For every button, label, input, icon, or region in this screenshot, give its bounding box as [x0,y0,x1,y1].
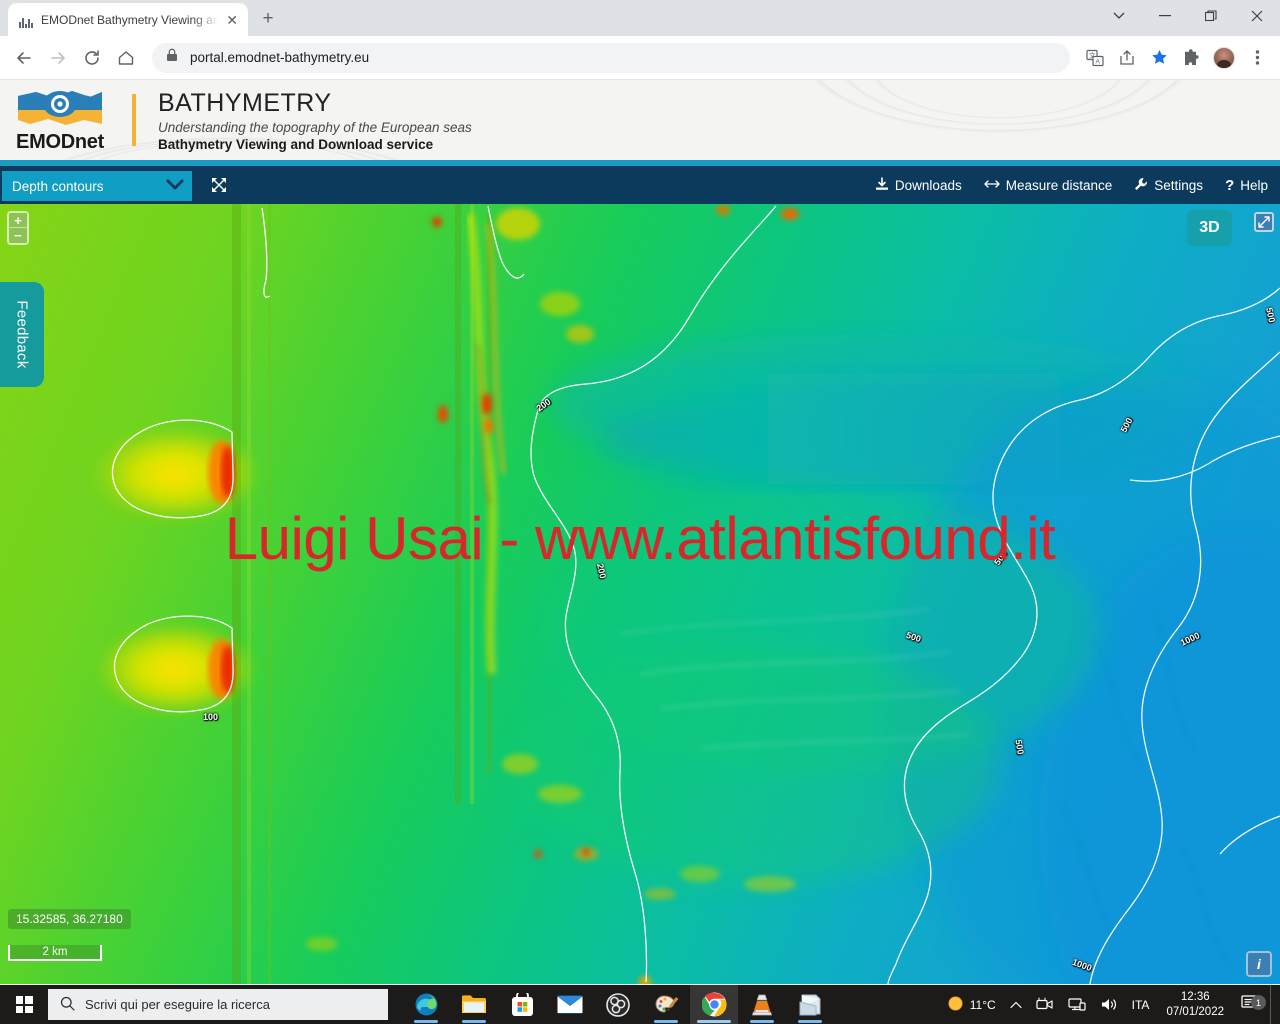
taskbar-search-input[interactable]: Scrivi qui per eseguire la ricerca [48,989,388,1020]
browser-tab[interactable]: EMODnet Bathymetry Viewing an ✕ [8,3,248,36]
translate-icon[interactable]: 文A [1080,43,1110,73]
windows-taskbar: Scrivi qui per eseguire la ricerca 11°C … [0,985,1280,1024]
sticky-notes-icon[interactable] [786,985,834,1024]
measure-distance-button[interactable]: Measure distance [984,177,1113,193]
system-tray: 11°C ITA 12:36 07/01/2022 1 [940,985,1280,1024]
vlc-icon[interactable] [738,985,786,1024]
maximize-icon[interactable] [1188,0,1234,32]
chevron-down-icon [166,179,184,194]
emodnet-logo-text: EMODnet [16,131,104,153]
tab-strip: EMODnet Bathymetry Viewing an ✕ + [0,0,1280,36]
map-canvas[interactable] [0,204,1280,984]
settings-button[interactable]: Settings [1134,177,1203,194]
minimize-icon[interactable] [1142,0,1188,32]
address-bar[interactable]: portal.emodnet-bathymetry.eu [152,42,1070,73]
help-button[interactable]: ? Help [1225,177,1268,194]
clock[interactable]: 12:36 07/01/2022 [1156,985,1234,1024]
lock-icon [166,48,178,67]
coordinate-readout: 15.32585, 36.27180 [8,909,131,929]
feedback-label: Feedback [13,300,31,369]
measure-distance-icon [984,178,1000,193]
show-desktop-button[interactable] [1270,985,1276,1024]
download-icon [875,176,889,194]
help-label: Help [1240,177,1268,193]
question-mark-icon: ? [1225,176,1235,194]
obs-studio-icon[interactable] [594,985,642,1024]
microsoft-store-icon[interactable] [498,985,546,1024]
layer-select[interactable]: Depth contours [2,171,192,201]
header-divider [132,94,136,146]
taskbar-apps [402,985,834,1024]
reload-icon[interactable] [76,42,108,74]
toolbar-actions: 文A [1080,43,1272,73]
bathymetry-chart-icon [18,12,34,28]
clock-time: 12:36 [1180,990,1210,1003]
taskbar-search-placeholder: Scrivi qui per eseguire la ricerca [85,997,270,1012]
mail-icon[interactable] [546,985,594,1024]
edge-icon[interactable] [402,985,450,1024]
site-header: EMODnet BATHYMETRY Understanding the top… [0,80,1280,160]
address-bar-url: portal.emodnet-bathymetry.eu [190,50,370,65]
map-app-bar: Depth contours Downloads Measure distanc… [0,166,1280,204]
new-tab-button[interactable]: + [254,5,282,33]
app-bar-menu: Downloads Measure distance Settings ? He… [875,177,1268,194]
search-icon [60,996,75,1014]
paint-icon[interactable] [642,985,690,1024]
share-icon[interactable] [1112,43,1142,73]
downloads-label: Downloads [894,177,962,193]
page-title: BATHYMETRY [158,88,332,117]
three-dot-menu-icon[interactable] [1242,43,1272,73]
layer-select-value: Depth contours [12,178,104,194]
chrome-icon[interactable] [690,985,738,1024]
network-icon[interactable] [1061,985,1093,1024]
site-service-name: Bathymetry Viewing and Download service [158,136,434,152]
language-indicator[interactable]: ITA [1125,985,1157,1024]
settings-label: Settings [1154,177,1204,193]
sun-icon [947,995,964,1015]
browser-toolbar: portal.emodnet-bathymetry.eu 文A [0,36,1280,80]
clock-date: 07/01/2022 [1166,1005,1224,1018]
puzzle-piece-icon[interactable] [1176,43,1206,73]
emodnet-logo[interactable]: EMODnet [14,86,106,154]
back-arrow-icon[interactable] [8,42,40,74]
avatar[interactable] [1213,46,1235,69]
chevron-up-icon[interactable] [1003,985,1029,1024]
volume-icon[interactable] [1093,985,1125,1024]
info-button[interactable]: i [1246,951,1272,977]
weather-temperature: 11°C [969,997,996,1012]
weather-widget[interactable]: 11°C [940,985,1003,1024]
zoom-out-button[interactable]: − [9,228,27,243]
notification-count: 1 [1251,995,1266,1010]
measure-distance-label: Measure distance [1005,177,1113,193]
tab-search-icon[interactable] [1096,0,1142,32]
expand-arrows-icon[interactable] [208,174,230,196]
browser-window: EMODnet Bathymetry Viewing an ✕ + portal… [0,0,1280,985]
emodnet-logo-mark [14,86,106,130]
svg-text:A: A [1096,58,1101,65]
star-filled-icon[interactable] [1144,43,1174,73]
toggle-3d-button[interactable]: 3D [1187,210,1232,246]
feedback-tab[interactable]: Feedback [0,282,44,387]
close-icon[interactable]: ✕ [226,13,238,27]
home-icon[interactable] [110,42,142,74]
obs-camera-icon[interactable] [1029,985,1061,1024]
scale-bar: 2 km [8,945,102,961]
notification-icon[interactable]: 1 [1234,993,1270,1016]
windows-logo-icon [15,996,33,1013]
site-tagline: Understanding the topography of the Euro… [158,119,472,135]
close-icon[interactable] [1234,0,1280,32]
downloads-button[interactable]: Downloads [875,176,962,194]
page-content: EMODnet BATHYMETRY Understanding the top… [0,80,1280,985]
start-button[interactable] [0,985,48,1024]
wrench-icon [1134,177,1148,194]
file-explorer-icon[interactable] [450,985,498,1024]
site-title-block: BATHYMETRY Understanding the topography … [158,89,472,152]
forward-arrow-icon[interactable] [42,42,74,74]
zoom-in-button[interactable]: + [9,213,27,228]
zoom-control: + − [7,211,29,245]
window-controls [1096,0,1280,36]
expand-diagonal-icon[interactable] [1254,212,1274,232]
bathymetry-map[interactable]: 200 200 100 500 500 500 500 1000 500 1000 Luigi U… [0,204,1280,985]
tab-title: EMODnet Bathymetry Viewing an [41,12,220,27]
